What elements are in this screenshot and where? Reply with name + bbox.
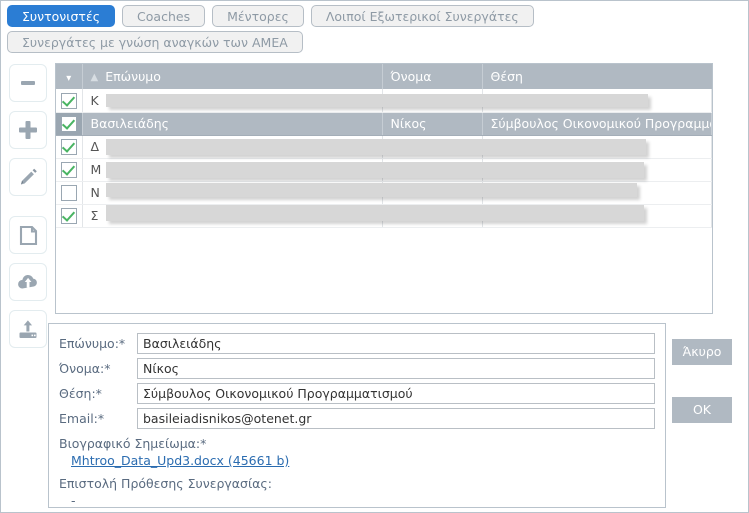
drive-upload-icon bbox=[17, 319, 39, 340]
cloud-upload-button[interactable] bbox=[9, 263, 47, 301]
row-checkbox-cell[interactable] bbox=[56, 89, 83, 113]
table-row[interactable]: Δ bbox=[56, 135, 712, 159]
row-checkbox[interactable] bbox=[60, 92, 77, 109]
row-checkbox-cell[interactable] bbox=[56, 135, 83, 159]
cell-position: Σύμβουλος Οικονομικού Προγραμματισμού bbox=[482, 112, 712, 136]
cv-file-link[interactable]: Mhtroo_Data_Upd3.docx (45661 b) bbox=[71, 452, 289, 469]
table-row[interactable]: Ν bbox=[56, 181, 712, 205]
cell-position bbox=[482, 204, 712, 228]
cell-position bbox=[482, 181, 712, 205]
table-head: ▾ ▲ Επώνυμο Όνομα Θέση bbox=[56, 64, 712, 89]
cell-lastname: Κ bbox=[82, 89, 383, 113]
column-lastname[interactable]: ▲ Επώνυμο bbox=[82, 64, 383, 89]
cell-lastname: Ν bbox=[82, 181, 383, 205]
row-checkbox[interactable] bbox=[60, 184, 77, 201]
tab-loipoi-exoterikoi[interactable]: Λοιποί Εξωτερικοί Συνεργάτες bbox=[310, 5, 534, 27]
cell-position bbox=[482, 135, 712, 159]
collaborators-table[interactable]: ▾ ▲ Επώνυμο Όνομα Θέση Κ Βασιλειάδης Νίκ… bbox=[55, 63, 713, 314]
edit-icon bbox=[18, 167, 39, 188]
field-row-firstname: Όνομα:* bbox=[59, 357, 655, 379]
ok-button[interactable]: OK bbox=[672, 397, 732, 423]
label-position: Θέση:* bbox=[59, 385, 102, 401]
table-row[interactable]: Σ bbox=[56, 204, 712, 228]
column-lastname-label: Επώνυμο bbox=[105, 69, 161, 84]
tab-syntonistes[interactable]: Συντονιστές bbox=[7, 5, 116, 27]
cell-firstname bbox=[382, 204, 483, 228]
tab-row-primary: Συντονιστές Coaches Μέντορες Λοιποί Εξωτ… bbox=[7, 5, 743, 27]
add-button[interactable] bbox=[9, 111, 47, 149]
row-checkbox-cell[interactable] bbox=[56, 112, 83, 136]
tab-mentores[interactable]: Μέντορες bbox=[212, 5, 304, 27]
cell-lastname: Βασιλειάδης bbox=[82, 112, 383, 136]
action-buttons: Άκυρο OK bbox=[672, 339, 732, 455]
cell-lastname: Δ bbox=[82, 135, 383, 159]
label-letter: Επιστολή Πρόθεσης Συνεργασίας: bbox=[59, 476, 272, 491]
position-input[interactable] bbox=[137, 382, 655, 404]
field-row-position: Θέση:* bbox=[59, 382, 655, 404]
edit-button[interactable] bbox=[9, 158, 47, 196]
document-icon bbox=[18, 225, 39, 246]
drive-upload-button[interactable] bbox=[9, 310, 47, 348]
row-checkbox-cell[interactable] bbox=[56, 158, 83, 182]
cv-section: Βιογραφικό Σημείωμα:* Mhtroo_Data_Upd3.d… bbox=[59, 435, 655, 469]
lastname-input[interactable] bbox=[137, 332, 655, 354]
column-position[interactable]: Θέση bbox=[482, 64, 712, 89]
column-firstname[interactable]: Όνομα bbox=[382, 64, 483, 89]
left-toolbar bbox=[9, 64, 47, 357]
cell-lastname: Μ bbox=[82, 158, 383, 182]
cell-firstname bbox=[382, 158, 483, 182]
row-checkbox-cell[interactable] bbox=[56, 204, 83, 228]
label-firstname: Όνομα:* bbox=[59, 360, 111, 376]
tab-bar: Συντονιστές Coaches Μέντορες Λοιποί Εξωτ… bbox=[7, 5, 743, 57]
cell-firstname bbox=[382, 135, 483, 159]
firstname-input[interactable] bbox=[137, 357, 655, 379]
table-grid: ▾ ▲ Επώνυμο Όνομα Θέση Κ Βασιλειάδης Νίκ… bbox=[56, 64, 712, 228]
table-body: Κ Βασιλειάδης Νίκος Σύμβουλος Οικονομικο… bbox=[56, 89, 712, 228]
row-checkbox[interactable] bbox=[60, 207, 77, 224]
cell-position bbox=[482, 158, 712, 182]
letter-value: - bbox=[71, 493, 76, 508]
field-row-lastname: Επώνυμο:* bbox=[59, 332, 655, 354]
document-button[interactable] bbox=[9, 216, 47, 254]
tab-row-secondary: Συνεργάτες με γνώση αναγκών των ΑΜΕΑ bbox=[7, 31, 743, 53]
label-email: Email:* bbox=[59, 410, 105, 426]
app-window: Συντονιστές Coaches Μέντορες Λοιποί Εξωτ… bbox=[0, 0, 749, 513]
table-row[interactable]: Κ bbox=[56, 89, 712, 113]
cell-lastname: Σ bbox=[82, 204, 383, 228]
detail-form: Επώνυμο:* Όνομα:* Θέση:* Email:* Βιογραφ… bbox=[48, 323, 666, 508]
column-select-all[interactable]: ▾ bbox=[56, 64, 83, 89]
cell-firstname bbox=[382, 89, 483, 113]
cloud-upload-icon bbox=[16, 272, 40, 293]
label-lastname: Επώνυμο:* bbox=[59, 335, 126, 351]
row-checkbox-cell[interactable] bbox=[56, 181, 83, 205]
row-checkbox[interactable] bbox=[60, 115, 77, 132]
remove-button[interactable] bbox=[9, 64, 47, 102]
cell-position bbox=[482, 89, 712, 113]
chevron-down-icon[interactable]: ▾ bbox=[66, 73, 71, 84]
letter-section: Επιστολή Πρόθεσης Συνεργασίας: - bbox=[59, 475, 655, 509]
cancel-button[interactable]: Άκυρο bbox=[672, 339, 732, 365]
table-row[interactable]: Μ bbox=[56, 158, 712, 182]
table-row-selected[interactable]: Βασιλειάδης Νίκος Σύμβουλος Οικονομικού … bbox=[56, 112, 712, 136]
tab-coaches[interactable]: Coaches bbox=[122, 5, 206, 27]
tab-amea[interactable]: Συνεργάτες με γνώση αναγκών των ΑΜΕΑ bbox=[7, 31, 303, 53]
cell-firstname: Νίκος bbox=[382, 112, 483, 136]
sort-asc-icon[interactable]: ▲ bbox=[91, 72, 99, 83]
row-checkbox[interactable] bbox=[60, 161, 77, 178]
label-cv: Βιογραφικό Σημείωμα:* bbox=[59, 436, 207, 451]
email-input[interactable] bbox=[137, 407, 655, 429]
field-row-email: Email:* bbox=[59, 407, 655, 429]
table-header-row: ▾ ▲ Επώνυμο Όνομα Θέση bbox=[56, 64, 712, 89]
add-icon bbox=[17, 119, 39, 141]
cell-firstname bbox=[382, 181, 483, 205]
remove-icon bbox=[18, 73, 38, 93]
row-checkbox[interactable] bbox=[60, 138, 77, 155]
